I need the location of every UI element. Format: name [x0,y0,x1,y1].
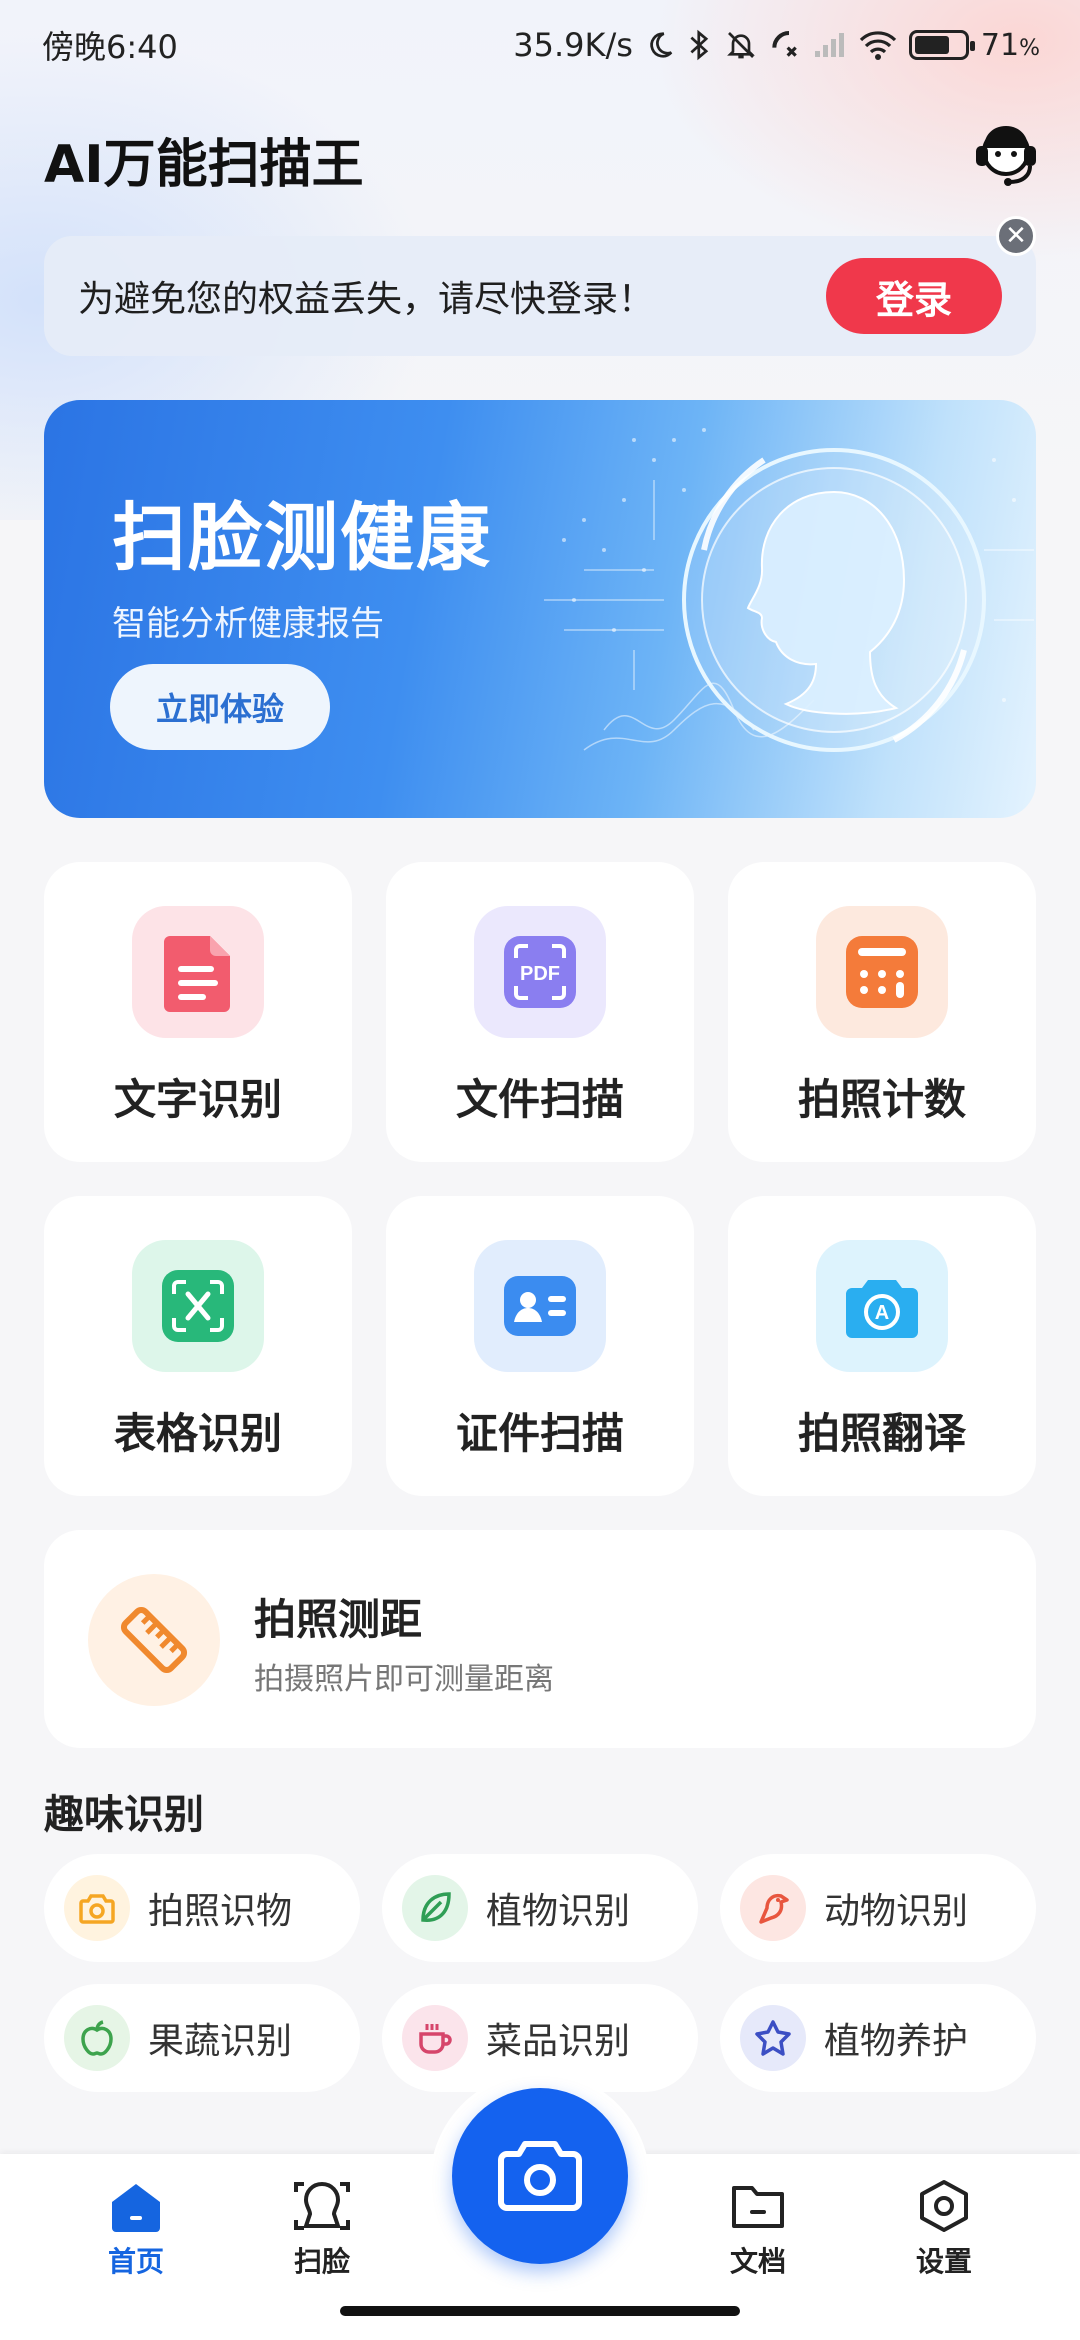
close-icon[interactable]: ✕ [996,216,1036,256]
battery-icon [908,30,975,60]
moon-icon [645,30,675,60]
fun-item-label: 植物识别 [486,1891,631,1932]
tool-card-photo-translate[interactable]: A 拍照翻译 [728,1196,1036,1496]
wifi-icon [859,30,897,60]
document-text-icon [132,906,264,1038]
cup-icon [402,2005,468,2071]
bluetooth-icon [687,29,713,61]
tool-card-text-recognition[interactable]: 文字识别 [44,862,352,1162]
excel-icon [132,1240,264,1372]
camera-icon [64,1875,130,1941]
network-speed: 35.9K/s [513,26,633,64]
camera-icon [498,2141,582,2211]
tool-label: 证件扫描 [455,1409,624,1458]
home-icon [112,2184,160,2232]
pdf-scan-icon: PDF [474,906,606,1038]
nav-face-scan[interactable]: 扫脸 [262,2178,382,2288]
camera-capture-button[interactable] [452,2088,628,2264]
apple-icon [64,2005,130,2071]
status-time: 傍晚6:40 [42,28,178,66]
folder-icon [732,2186,784,2228]
bird-icon [740,1875,806,1941]
fun-item-label: 果蔬识别 [148,2021,293,2062]
call-missed-icon [769,29,801,61]
calculator-icon [816,906,948,1038]
fun-item-label: 动物识别 [824,1891,969,1932]
login-banner: 为避免您的权益丢失，请尽快登录！ 登录 [44,236,1036,356]
login-prompt-text: 为避免您的权益丢失，请尽快登录！ [78,279,655,320]
hero-title: 扫脸测健康 [112,495,492,581]
fun-item-label: 拍照识物 [148,1891,293,1932]
signal-icon [813,31,847,59]
battery-percent: 71% [981,28,1040,63]
nav-label-home: 首页 [107,2245,164,2278]
face-scan-icon [294,2181,350,2230]
nav-label-documents: 文档 [729,2245,786,2278]
ruler-icon [88,1574,220,1706]
id-card-icon [474,1240,606,1372]
tool-card-table-recognition[interactable]: 表格识别 [44,1196,352,1496]
face-scan-illustration [544,428,1034,752]
battery-unit: % [1019,35,1040,61]
fun-item-plant-care[interactable]: 植物养护 [720,1984,1036,2092]
tool-label: 拍照计数 [797,1075,966,1124]
bell-mute-icon [725,29,757,61]
battery-value: 71 [980,27,1020,63]
nav-documents[interactable]: 文档 [698,2178,818,2288]
settings-icon [920,2180,968,2232]
fun-item-plant[interactable]: 植物识别 [382,1854,698,1962]
tool-card-file-scan[interactable]: PDF 文件扫描 [386,862,694,1162]
tool-label: 拍照翻译 [797,1409,966,1458]
fun-item-label: 菜品识别 [486,2021,631,2062]
nav-label-face-scan: 扫脸 [293,2245,350,2278]
nav-label-settings: 设置 [915,2245,972,2278]
fun-item-label: 植物养护 [824,2021,969,2062]
login-button[interactable]: 登录 [826,258,1002,334]
hero-subtitle: 智能分析健康报告 [112,604,384,644]
star-icon [740,2005,806,2071]
leaf-icon [402,1875,468,1941]
distance-subtitle: 拍摄照片即可测量距离 [254,1662,554,1697]
customer-service-icon[interactable] [968,118,1044,194]
status-icons: 35.9K/s 71% [513,26,1040,64]
distance-title: 拍照测距 [254,1595,423,1644]
svg-text:PDF: PDF [520,963,560,985]
face-health-banner[interactable]: 扫脸测健康 智能分析健康报告 立即体验 [44,400,1036,818]
fun-item-animal[interactable]: 动物识别 [720,1854,1036,1962]
status-bar: 傍晚6:40 35.9K/s 71% [0,0,1080,90]
photo-distance-card[interactable]: 拍照测距 拍摄照片即可测量距离 [44,1530,1036,1748]
nav-settings[interactable]: 设置 [884,2178,1004,2288]
home-indicator [340,2306,740,2316]
tool-card-photo-count[interactable]: 拍照计数 [728,862,1036,1162]
app-title: AI万能扫描王 [44,135,364,195]
battery-level [914,36,949,54]
svg-text:A: A [875,1302,889,1324]
fun-item-fruit-veg[interactable]: 果蔬识别 [44,1984,360,2092]
tool-card-id-scan[interactable]: 证件扫描 [386,1196,694,1496]
try-now-button[interactable]: 立即体验 [110,664,330,750]
camera-translate-icon: A [816,1240,948,1372]
section-title-fun: 趣味识别 [44,1792,204,1838]
tool-label: 表格识别 [113,1409,282,1458]
tool-label: 文件扫描 [455,1075,624,1124]
nav-home[interactable]: 首页 [76,2178,196,2288]
tool-label: 文字识别 [113,1075,282,1124]
fun-item-object[interactable]: 拍照识物 [44,1854,360,1962]
